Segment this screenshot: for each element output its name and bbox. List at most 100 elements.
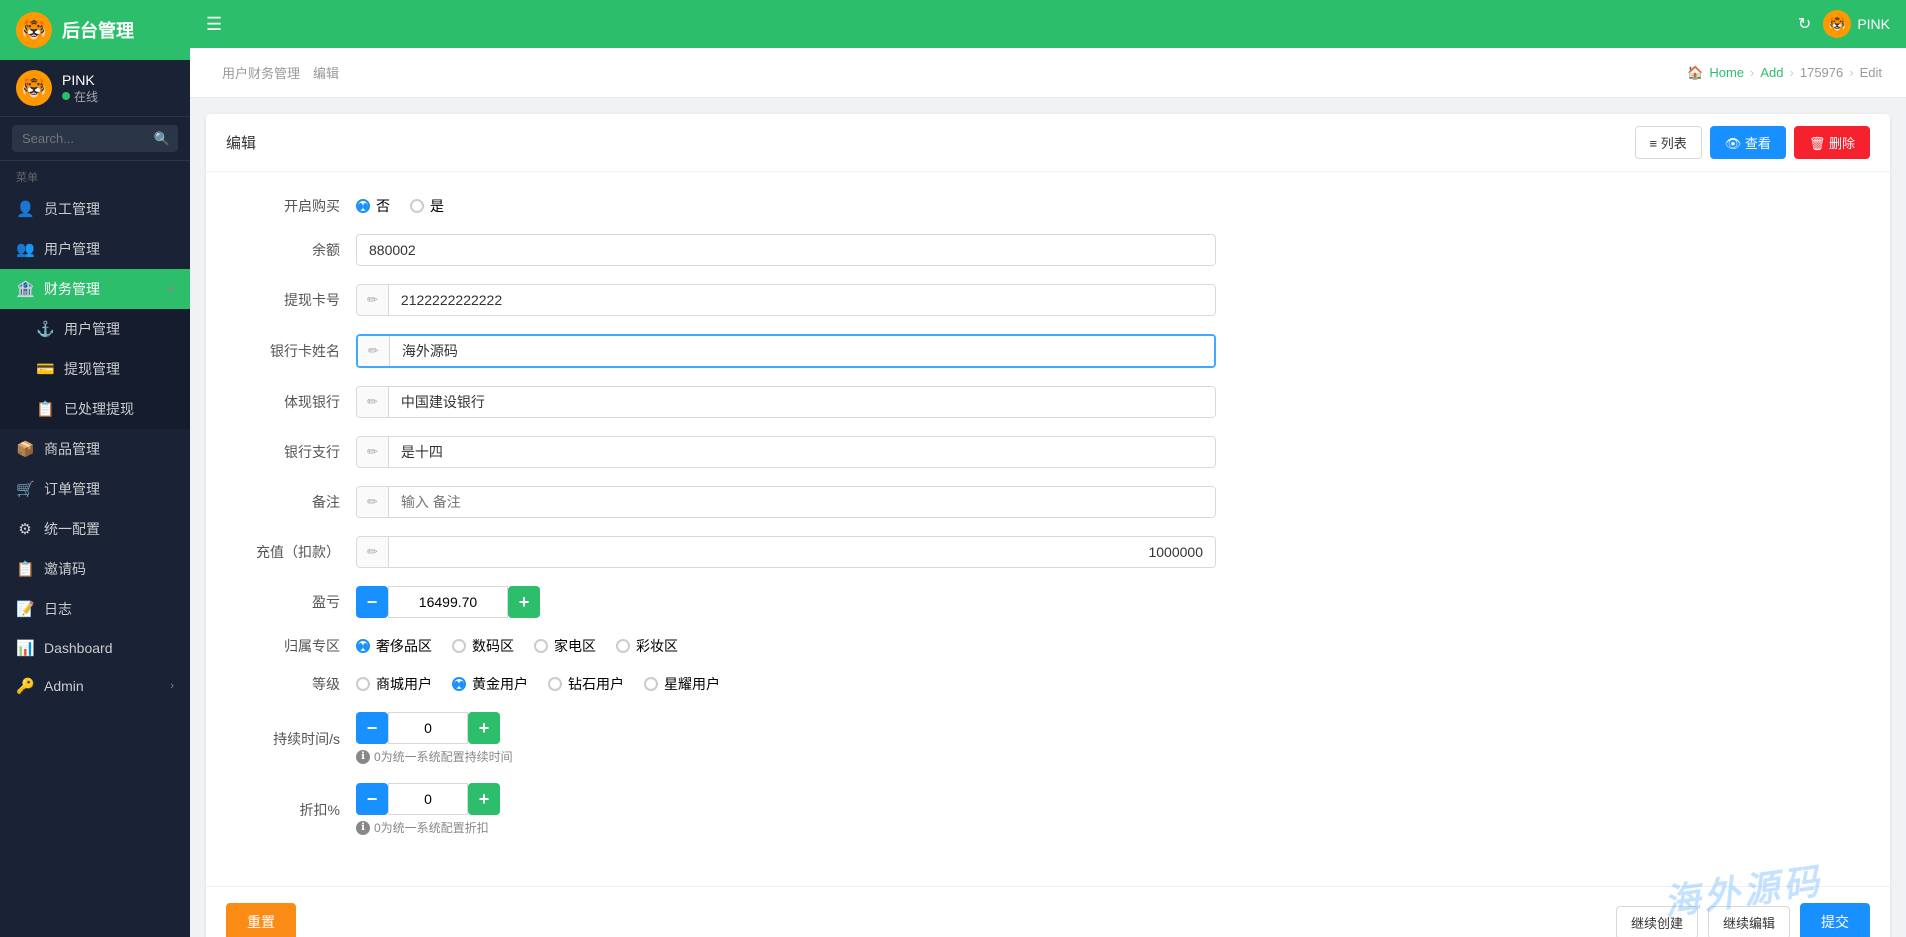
status-dot (62, 92, 70, 100)
radio-level-diamond[interactable]: 钻石用户 (548, 674, 624, 694)
radio-level-gold[interactable]: 黄金用户 (452, 674, 528, 694)
radio-level-star[interactable]: 星耀用户 (644, 674, 720, 694)
withdraw-card-input-wrap: ✏ (356, 284, 1216, 316)
discount-stepper: − + (356, 783, 1216, 815)
profit-stepper: − + (356, 586, 1216, 618)
sidebar-label-employee: 员工管理 (44, 199, 174, 219)
sidebar-label-user: 用户管理 (44, 239, 174, 259)
sidebar-label-order: 订单管理 (44, 479, 174, 499)
user-avatar: 🐯 (16, 70, 52, 106)
edit-icon-charge[interactable]: ✏ (357, 537, 389, 567)
sidebar-label-finance-user: 用户管理 (64, 319, 174, 339)
topbar-user[interactable]: 🐯 PINK (1823, 10, 1890, 38)
card-title: 编辑 (226, 132, 256, 153)
sidebar-label-admin: Admin (44, 678, 160, 694)
form-row-remark: 备注 ✏ (226, 486, 1870, 518)
control-branch: ✏ (356, 436, 1216, 468)
radio-label-star: 星耀用户 (664, 674, 720, 694)
edit-icon-bank-name[interactable]: ✏ (358, 336, 390, 366)
label-balance: 余额 (226, 240, 356, 260)
radio-purchase-yes[interactable]: 是 (410, 196, 444, 216)
withdraw-card-input[interactable] (389, 285, 1215, 315)
page-header: 用户财务管理 编辑 🏠 Home › Add › 175976 › Edit (190, 48, 1906, 98)
sidebar: 🐯 后台管理 🐯 PINK 在线 🔍 菜单 👤 员工管理 👥 用户管理 🏦 财务… (0, 0, 190, 937)
processed-icon: 📋 (36, 400, 54, 418)
remark-input-wrap: ✏ (356, 486, 1216, 518)
sidebar-item-finance[interactable]: 🏦 财务管理 ▾ (0, 269, 190, 309)
radio-label-gold: 黄金用户 (472, 674, 528, 694)
form-row-bank-name: 银行卡姓名 ✏ (226, 334, 1870, 368)
sidebar-label-goods: 商品管理 (44, 439, 174, 459)
duration-plus-button[interactable]: + (468, 712, 500, 744)
edit-icon-remark[interactable]: ✏ (357, 487, 389, 517)
hamburger-button[interactable]: ☰ (206, 14, 222, 35)
discount-plus-button[interactable]: + (468, 783, 500, 815)
user-icon: 👥 (16, 240, 34, 258)
sidebar-item-goods[interactable]: 📦 商品管理 (0, 429, 190, 469)
radio-level-mall[interactable]: 商城用户 (356, 674, 432, 694)
delete-button[interactable]: 🗑 删除 (1794, 126, 1870, 159)
radio-zone-jewelry[interactable]: 彩妆区 (616, 636, 678, 656)
sidebar-label-finance-withdraw: 提现管理 (64, 359, 174, 379)
sidebar-section-label: 菜单 (0, 161, 190, 189)
refresh-icon[interactable]: ↻ (1798, 14, 1811, 34)
view-button[interactable]: 👁 查看 (1710, 126, 1786, 159)
edit-icon-withdraw[interactable]: ✏ (357, 285, 389, 315)
edit-icon-bank[interactable]: ✏ (357, 387, 389, 417)
reset-button[interactable]: 重置 (226, 903, 296, 937)
radio-zone-digital[interactable]: 数码区 (452, 636, 514, 656)
profit-plus-button[interactable]: + (508, 586, 540, 618)
control-level: 商城用户 黄金用户 钻石用户 (356, 674, 1216, 694)
branch-input[interactable] (389, 437, 1215, 467)
charge-input[interactable] (389, 537, 1215, 567)
submit-button[interactable]: 提交 (1800, 903, 1870, 937)
breadcrumb-home-icon: 🏠 (1687, 65, 1703, 81)
label-remark: 备注 (226, 492, 356, 512)
level-radio-group: 商城用户 黄金用户 钻石用户 (356, 674, 1216, 694)
balance-input[interactable] (356, 234, 1216, 266)
purchase-radio-group: 否 是 (356, 196, 1216, 216)
sidebar-item-user[interactable]: 👥 用户管理 (0, 229, 190, 269)
profit-minus-button[interactable]: − (356, 586, 388, 618)
sidebar-item-finance-user[interactable]: ⚓ 用户管理 (0, 309, 190, 349)
form-row-duration: 持续时间/s − + ℹ 0为统一系统配置持续时间 (226, 712, 1870, 765)
duration-input[interactable] (388, 712, 468, 744)
control-withdraw-card: ✏ (356, 284, 1216, 316)
discount-input[interactable] (388, 783, 468, 815)
edit-icon-branch[interactable]: ✏ (357, 437, 389, 467)
admin-icon: 🔑 (16, 677, 34, 695)
radio-zone-luxury[interactable]: 奢侈品区 (356, 636, 432, 656)
sidebar-item-log[interactable]: 📝 日志 (0, 589, 190, 629)
sidebar-item-order[interactable]: 🛒 订单管理 (0, 469, 190, 509)
radio-dot-diamond (548, 677, 562, 691)
list-button[interactable]: ≡ 列表 (1635, 126, 1702, 159)
form-row-balance: 余额 (226, 234, 1870, 266)
sidebar-item-admin[interactable]: 🔑 Admin › (0, 667, 190, 705)
discount-minus-button[interactable]: − (356, 783, 388, 815)
bank-name-input[interactable] (390, 336, 1214, 366)
radio-zone-appliance[interactable]: 家电区 (534, 636, 596, 656)
form-row-bank: 体现银行 ✏ (226, 386, 1870, 418)
breadcrumb-home-link[interactable]: Home (1709, 65, 1744, 80)
breadcrumb-add-link[interactable]: Add (1760, 65, 1783, 80)
radio-dot-appliance (534, 639, 548, 653)
control-bank-name: ✏ (356, 334, 1216, 368)
charge-input-wrap: ✏ 1000000 (356, 536, 1216, 568)
radio-label-jewelry: 彩妆区 (636, 636, 678, 656)
sidebar-item-finance-processed[interactable]: 📋 已处理提现 (0, 389, 190, 429)
bank-input-wrap: ✏ (356, 386, 1216, 418)
radio-dot-mall (356, 677, 370, 691)
sidebar-item-employee[interactable]: 👤 员工管理 (0, 189, 190, 229)
sidebar-item-finance-withdraw[interactable]: 💳 提现管理 (0, 349, 190, 389)
form-row-discount: 折扣% − + ℹ 0为统一系统配置折扣 (226, 783, 1870, 836)
branch-input-wrap: ✏ (356, 436, 1216, 468)
radio-purchase-no[interactable]: 否 (356, 196, 390, 216)
bank-input[interactable] (389, 387, 1215, 417)
sidebar-item-dashboard[interactable]: 📊 Dashboard (0, 629, 190, 667)
sidebar-item-config[interactable]: ⚙ 统一配置 (0, 509, 190, 549)
profit-input[interactable] (388, 586, 508, 618)
remark-input[interactable] (389, 487, 1215, 517)
label-bank-name: 银行卡姓名 (226, 341, 356, 361)
duration-minus-button[interactable]: − (356, 712, 388, 744)
sidebar-item-invite[interactable]: 📋 邀请码 (0, 549, 190, 589)
